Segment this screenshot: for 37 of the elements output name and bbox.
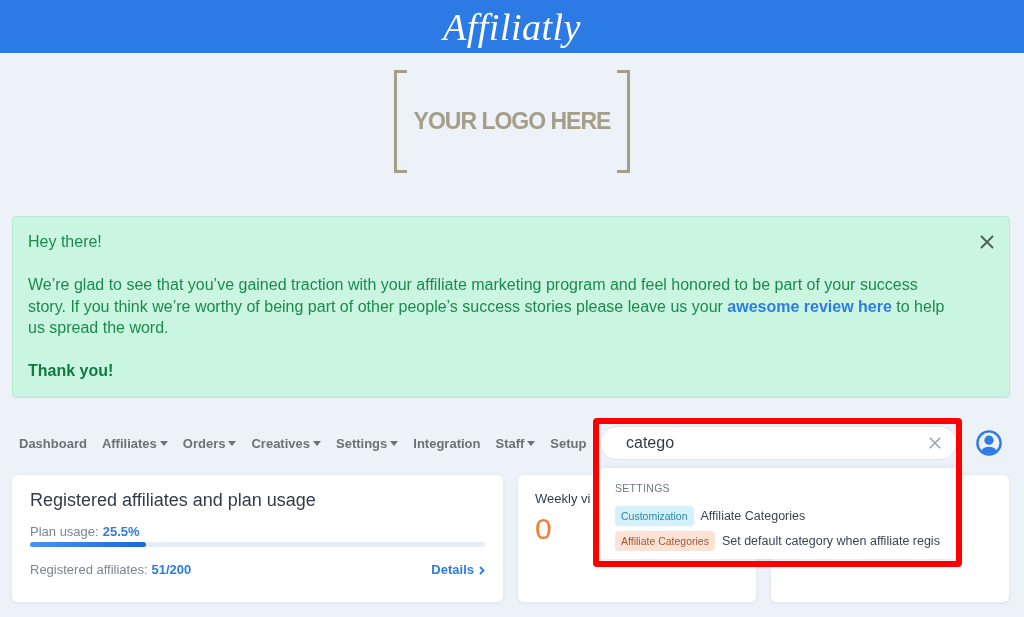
menu-item[interactable]: Affiliates xyxy=(101,435,168,451)
user-icon xyxy=(976,430,1002,456)
menu-item[interactable]: Integration xyxy=(413,435,481,451)
alert-message: We’re glad to see that you’ve gained traction with your affiliate marketing program and feel honored to be part of your success story. If you think we’re worthy of being part of other people’s success stories please leave us your awesome review here to help us spread the word. xyxy=(28,275,946,338)
greeting-text: Hey there! xyxy=(28,232,103,252)
clear-button[interactable] xyxy=(929,437,941,449)
menu-item[interactable]: Staff xyxy=(495,435,536,451)
bracket-icon xyxy=(617,70,630,173)
chevron-right-icon xyxy=(479,565,485,575)
bracket-icon xyxy=(394,70,407,173)
close-button[interactable] xyxy=(980,235,994,249)
plan-usage-label: Plan usage: xyxy=(30,524,99,540)
logo-placeholder-text: YOUR LOGO HERE xyxy=(413,108,611,135)
menu-item[interactable]: Creatives xyxy=(251,435,321,451)
card-title: Weekly vi xyxy=(535,490,591,508)
registered-label: Registered affiliates: xyxy=(30,562,148,578)
card-title: Registered affiliates and plan usage xyxy=(30,489,317,511)
results-section-label: SETTINGS xyxy=(615,482,671,494)
account-button[interactable] xyxy=(976,430,1002,456)
brand-title: Affiliatly xyxy=(443,4,581,49)
menu-item[interactable]: Orders xyxy=(182,435,237,451)
menu-item[interactable]: Settings xyxy=(336,435,399,451)
close-icon xyxy=(980,235,994,249)
menu-item[interactable]: Dashboard xyxy=(19,435,87,451)
plan-usage-value: 25.5% xyxy=(102,524,140,540)
close-icon xyxy=(929,437,941,449)
search-field[interactable]: catego xyxy=(600,426,957,460)
registered-count: 51/200 xyxy=(151,562,192,578)
stat-value: 0 xyxy=(535,512,552,546)
details-link[interactable]: Details xyxy=(431,562,485,578)
search-result-link[interactable]: Set default category when affiliate regis xyxy=(721,534,940,548)
category-tag: Affiliate Categories xyxy=(615,531,715,551)
category-tag: Customization xyxy=(615,506,694,526)
thank-you-text: Thank you! xyxy=(28,361,115,381)
menu-item[interactable]: Setup xyxy=(550,435,587,451)
search-result-link[interactable]: Affiliate Categories xyxy=(700,509,806,523)
review-link[interactable]: awesome review here xyxy=(727,297,892,315)
